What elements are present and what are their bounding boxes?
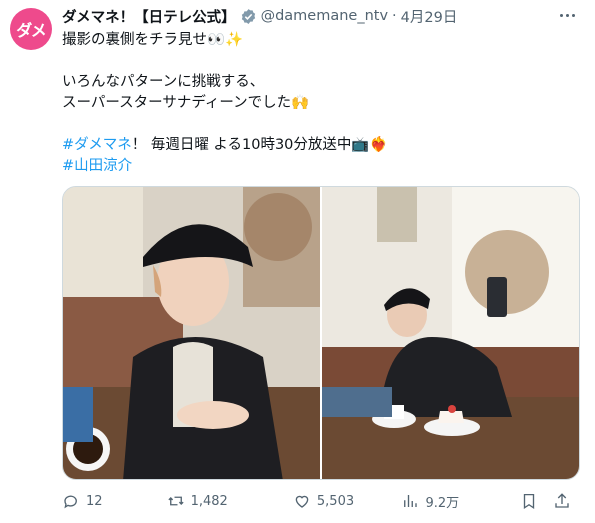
- views-button[interactable]: 9.2万: [401, 492, 519, 511]
- views-icon: [404, 495, 418, 507]
- hashtag-damemane[interactable]: #ダメマネ: [62, 137, 132, 153]
- tweet-line-3: スーパースターサナディーンでした🙌: [62, 95, 310, 111]
- action-bar: 12 1,482 5,503 9.2万: [62, 490, 583, 512]
- avatar[interactable]: ダメ: [10, 8, 52, 50]
- photo-right-image: [322, 187, 579, 479]
- share-icon: [555, 493, 570, 508]
- views-count: 9.2万: [425, 495, 460, 511]
- display-name[interactable]: ダメマネ！【日テレ公式】: [62, 6, 236, 27]
- retweet-count: 1,482: [190, 493, 228, 509]
- more-options-icon[interactable]: [557, 6, 577, 24]
- tweet-line-5: #山田涼介: [62, 156, 575, 177]
- photo-right[interactable]: [322, 187, 579, 479]
- bookmark-icon: [523, 493, 535, 510]
- avatar-logo-text: ダメ: [16, 21, 47, 40]
- photo-left[interactable]: [63, 187, 320, 479]
- broadcast-info: 毎週日曜 よる10時30分放送中📺❤️‍🔥: [150, 137, 388, 153]
- photo-left-image: [63, 187, 320, 479]
- media-grid: [62, 186, 580, 480]
- tweet-header: ダメマネ！【日テレ公式】 @damemane_ntv · 4月29日: [62, 5, 565, 27]
- tweet-line-4: #ダメマネ！ 毎週日曜 よる10時30分放送中📺❤️‍🔥: [62, 135, 575, 156]
- reply-count: 12: [86, 493, 103, 509]
- like-count: 5,503: [316, 493, 355, 509]
- bookmark-button[interactable]: [520, 492, 554, 510]
- tweet-line-1: 撮影の裏側をチラ見せ👀✨: [62, 32, 244, 48]
- reply-icon: [64, 495, 77, 509]
- reply-button[interactable]: 12: [62, 492, 167, 510]
- heart-icon: [295, 495, 309, 508]
- retweet-button[interactable]: 1,482: [167, 492, 293, 510]
- hashtag-yamada[interactable]: #山田涼介: [62, 158, 132, 174]
- verified-badge-icon: [241, 8, 255, 24]
- user-handle[interactable]: @damemane_ntv: [261, 8, 388, 24]
- tweet-line-2: いろんなパターンに挑戦する、: [62, 74, 265, 90]
- retweet-icon: [167, 496, 184, 506]
- post-date[interactable]: 4月29日: [401, 6, 458, 27]
- separator-dot: ·: [392, 8, 397, 24]
- share-button[interactable]: [553, 492, 583, 510]
- tweet-text: 撮影の裏側をチラ見せ👀✨ いろんなパターンに挑戦する、 スーパースターサナディー…: [62, 30, 575, 177]
- like-button[interactable]: 5,503: [293, 492, 402, 510]
- hashtag-suffix: ！: [131, 137, 147, 153]
